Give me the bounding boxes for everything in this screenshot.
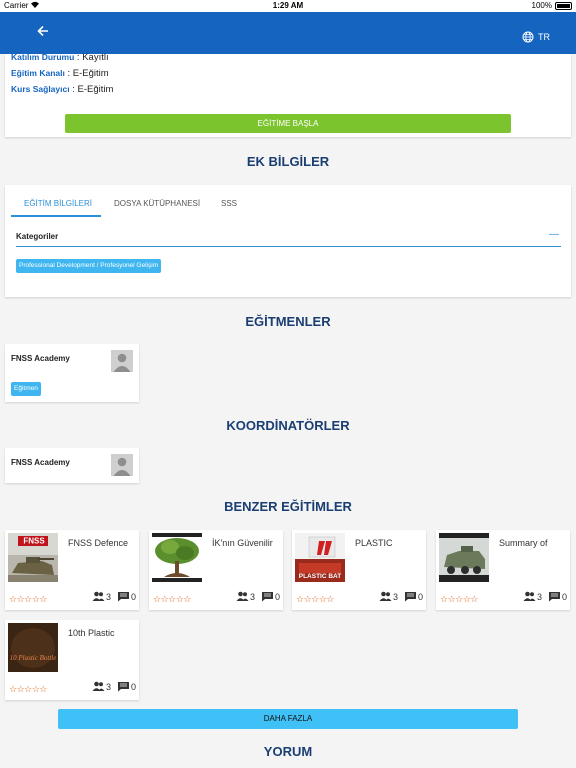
- instructor-name: FNSS Academy: [11, 354, 70, 363]
- course-meta: 3 0: [92, 591, 136, 602]
- course-title: FNSS Defence: [68, 538, 129, 548]
- comment-icon: [117, 682, 129, 692]
- instructors-title: EĞİTMENLER: [245, 314, 331, 329]
- comment-icon: [404, 592, 416, 602]
- comment-icon: [261, 592, 273, 602]
- battery-percent: 100%: [531, 1, 552, 10]
- globe-icon: [522, 31, 534, 43]
- info-key: Eğitim Kanalı: [11, 68, 65, 78]
- avatar-placeholder-icon: [111, 350, 133, 372]
- info-value: E-Eğitim: [77, 84, 114, 95]
- categories-label: Kategoriler: [16, 232, 59, 241]
- thumb-label: FNSS: [23, 537, 45, 546]
- info-row-channel: Eğitim Kanalı : E-Eğitim: [11, 68, 109, 79]
- coordinator-card[interactable]: FNSS Academy: [5, 448, 139, 483]
- language-code: TR: [538, 32, 550, 42]
- language-switcher[interactable]: TR: [522, 31, 550, 43]
- info-key: Kurs Sağlayıcı: [11, 84, 70, 94]
- coordinators-title: KOORDİNATÖRLER: [226, 418, 350, 433]
- coordinator-name: FNSS Academy: [11, 458, 70, 467]
- participant-count: 3: [392, 591, 398, 602]
- thumb-label: 10 Plastic Bottle: [10, 654, 57, 662]
- participant-count: 3: [105, 681, 111, 692]
- comment-count: 0: [274, 591, 280, 602]
- rating-stars: ☆☆☆☆☆: [153, 594, 191, 604]
- course-meta: 3 0: [523, 591, 567, 602]
- rating-stars: ☆☆☆☆☆: [9, 594, 47, 604]
- course-thumbnail: [439, 533, 489, 582]
- info-value: E-Eğitim: [72, 68, 109, 79]
- comment-icon: [117, 592, 129, 602]
- instructor-role-chip: Eğitmen: [11, 382, 41, 396]
- extra-info-title: EK BİLGİLER: [246, 154, 330, 169]
- status-time: 1:29 AM: [272, 1, 304, 10]
- course-card[interactable]: PLASTIC BAT PLASTIC ☆☆☆☆☆ 3 0: [292, 530, 426, 610]
- comment-count: 0: [130, 681, 136, 692]
- people-icon: [379, 591, 392, 601]
- course-meta: 3 0: [92, 681, 136, 692]
- battery-icon: [555, 2, 572, 10]
- tab-course-info[interactable]: EĞİTİM BİLGİLERİ: [24, 199, 92, 208]
- categories-divider: [16, 246, 561, 247]
- thumb-label: PLASTIC BAT: [299, 573, 342, 580]
- rating-stars: ☆☆☆☆☆: [440, 594, 478, 604]
- load-more-button[interactable]: DAHA FAZLA: [58, 709, 518, 729]
- course-thumbnail-text: 10 Plastic Bottle: [10, 654, 57, 662]
- top-nav-bar: TR: [0, 12, 576, 54]
- course-title: İK'nın Güvenilir: [212, 538, 273, 548]
- course-card[interactable]: Summary of ☆☆☆☆☆ 3 0: [436, 530, 570, 610]
- people-icon: [92, 591, 105, 601]
- participant-count: 3: [536, 591, 542, 602]
- course-info-card: Katılım Durumu : Kayıtlı Eğitim Kanalı :…: [5, 52, 571, 137]
- course-title: PLASTIC: [355, 538, 393, 548]
- start-course-button[interactable]: EĞİTİME BAŞLA: [65, 114, 511, 133]
- info-value: Kayıtlı: [82, 52, 109, 63]
- participant-count: 3: [105, 591, 111, 602]
- tab-faq[interactable]: SSS: [221, 199, 237, 208]
- course-thumbnail-text: PLASTIC BAT: [299, 573, 342, 580]
- rating-stars: ☆☆☆☆☆: [296, 594, 334, 604]
- course-meta: 3 0: [236, 591, 280, 602]
- people-icon: [92, 681, 105, 691]
- comments-title: YORUM: [263, 744, 313, 759]
- rating-stars: ☆☆☆☆☆: [9, 684, 47, 694]
- course-thumbnail: [152, 533, 202, 582]
- course-meta: 3 0: [379, 591, 423, 602]
- course-card[interactable]: İK'nın Güvenilir ☆☆☆☆☆ 3 0: [149, 530, 283, 610]
- similar-courses-title: BENZER EĞİTİMLER: [224, 499, 352, 514]
- course-thumbnail-text: FNSS: [23, 537, 45, 546]
- status-bar: Carrier 1:29 AM 100%: [0, 0, 576, 12]
- tab-file-library[interactable]: DOSYA KÜTÜPHANESİ: [114, 199, 200, 208]
- comment-icon: [548, 592, 560, 602]
- people-icon: [236, 591, 249, 601]
- course-title: 10th Plastic: [68, 628, 115, 638]
- avatar-placeholder-icon: [111, 454, 133, 476]
- info-row-provider: Kurs Sağlayıcı : E-Eğitim: [11, 84, 114, 95]
- course-card[interactable]: FNSS FNSS Defence ☆☆☆☆☆ 3 0: [5, 530, 139, 610]
- info-row-enrollment: Katılım Durumu : Kayıtlı: [11, 52, 109, 63]
- people-icon: [523, 591, 536, 601]
- comment-count: 0: [561, 591, 567, 602]
- course-card[interactable]: 10 Plastic Bottle 10th Plastic ☆☆☆☆☆ 3 0: [5, 620, 139, 700]
- course-title: Summary of: [499, 538, 548, 548]
- comment-count: 0: [417, 591, 423, 602]
- back-arrow-icon[interactable]: [36, 24, 50, 43]
- participant-count: 3: [249, 591, 255, 602]
- active-tab-indicator: [11, 215, 101, 217]
- info-key: Katılım Durumu: [11, 52, 75, 62]
- category-chip[interactable]: Professional Development / Profesyonel G…: [16, 259, 162, 273]
- comment-count: 0: [130, 591, 136, 602]
- extra-info-card: EĞİTİM BİLGİLERİ DOSYA KÜTÜPHANESİ SSS K…: [5, 185, 571, 297]
- instructor-card[interactable]: FNSS Academy Eğitmen: [5, 344, 139, 402]
- collapse-icon[interactable]: —: [549, 229, 559, 240]
